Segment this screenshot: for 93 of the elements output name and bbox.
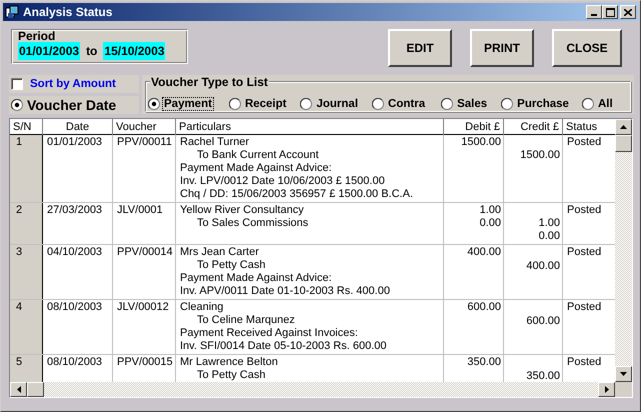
row-number: 5 (10, 355, 43, 382)
scroll-right-button[interactable] (598, 382, 615, 397)
table-cell-text: 1.00 (538, 217, 561, 230)
table-cell-text: 1500.00 (519, 149, 561, 162)
table-cell-text: Cleaning (179, 301, 224, 314)
left-arrow-icon (16, 386, 20, 393)
scroll-down-button[interactable] (615, 366, 632, 382)
table-cell-text: 1.00 (478, 204, 502, 217)
radio-label: Sales (456, 98, 488, 110)
horizontal-scrollbar[interactable] (10, 382, 632, 397)
table-cell: 08/10/2003 (43, 300, 113, 354)
radio-button[interactable] (441, 98, 454, 110)
table-cell: JLV/00012 (113, 300, 176, 354)
column-header[interactable]: Debit £ (444, 119, 504, 135)
table-cell-text: 600.00 (466, 301, 502, 314)
row-number: 3 (10, 245, 43, 300)
period-label: Period (18, 29, 56, 43)
table-cell-text: To Petty Cash (196, 259, 266, 272)
radio-label: All (596, 98, 614, 110)
vertical-scrollbar[interactable] (615, 119, 632, 382)
radio-button[interactable] (148, 98, 160, 110)
from-date-field[interactable]: 01/01/2003 (18, 42, 80, 60)
table-cell: 01/01/2003 (43, 135, 113, 202)
radio-label: Purchase (516, 98, 570, 110)
table-cell-text: Payment Made Against Advice: (179, 162, 333, 175)
table-cell-text: To Sales Commissions (196, 217, 310, 230)
row-number: 2 (10, 203, 43, 244)
row-number: 1 (10, 135, 43, 202)
radio-label: Payment (163, 98, 213, 110)
table-cell-text: Mrs Jean Carter (179, 246, 260, 260)
table-cell-text: Inv. SFI/0014 Date 05-10-2003 Rs. 600.00 (179, 340, 388, 354)
scroll-up-button[interactable] (615, 119, 632, 135)
scroll-left-button[interactable] (10, 382, 27, 397)
table-cell-text: Payment Made Against Advice: (179, 272, 333, 286)
radio-label: Contra (387, 98, 426, 110)
maximize-button[interactable] (602, 5, 618, 19)
radio-button[interactable] (372, 98, 384, 110)
maximize-icon (606, 8, 614, 16)
print-button[interactable]: PRINT (470, 29, 534, 67)
table-cell: 27/03/2003 (43, 203, 113, 244)
column-header[interactable]: Voucher (113, 119, 176, 135)
scroll-thumb[interactable] (615, 135, 632, 152)
table-cell-text: To Petty Cash (196, 369, 266, 382)
table-cell-text: 1500.00 (460, 136, 502, 149)
table-cell-text: To Bank Current Account (196, 149, 320, 162)
table-cell-text: Yellow River Consultancy (179, 204, 305, 217)
minimize-button[interactable] (586, 5, 602, 19)
table-cell-text: Inv. LPV/0012 Date 10/06/2003 £ 1500.00 (179, 175, 386, 188)
column-header[interactable]: Credit £ (504, 119, 563, 135)
table-cell-text: 600.00 (525, 314, 561, 328)
down-arrow-icon (620, 372, 627, 376)
to-date-field[interactable]: 15/10/2003 (103, 42, 166, 60)
table-cell: PPV/00014 (113, 245, 176, 300)
table-cell-text: Rachel Turner (179, 136, 250, 149)
table-cell: JLV/0001 (113, 203, 176, 244)
table-cell-text: Mr Lawrence Belton (179, 356, 279, 370)
sort-by-amount-label: Sort by Amount (30, 78, 116, 90)
close-button[interactable]: CLOSE (552, 29, 622, 67)
close-window-button[interactable] (620, 5, 636, 19)
table-cell-text: Payment Received Against Invoices: (179, 327, 359, 340)
table-cell-text: 400.00 (466, 246, 502, 260)
table-cell-text: 400.00 (525, 260, 561, 273)
table-cell-text: Chq / DD: 15/06/2003 356957 £ 1500.00 B.C.A. (179, 188, 414, 201)
table-cell-text: To Celine Marqunez (196, 314, 296, 328)
group-label: Voucher Type to List (150, 75, 269, 89)
radio-button[interactable] (11, 99, 23, 111)
table-cell-text: 0.00 (478, 217, 502, 230)
column-header[interactable]: Date (43, 119, 113, 135)
table-cell-text: 350.00 (525, 370, 561, 382)
table-cell-text: 350.00 (466, 356, 502, 370)
table-cell-text: 0.00 (538, 230, 561, 244)
row-number: 4 (10, 300, 43, 354)
table-cell: PPV/00011 (113, 135, 176, 202)
table-cell-text: Inv. APV/0011 Date 01-10-2003 Rs. 400.00 (179, 285, 391, 298)
radio-button[interactable] (228, 98, 241, 110)
voucher-date-label: Voucher Date (27, 97, 116, 113)
radio-label: Journal (315, 98, 360, 110)
column-header[interactable]: Particulars (176, 119, 444, 135)
radio-button[interactable] (582, 98, 594, 110)
close-icon (624, 8, 632, 16)
checkbox[interactable] (11, 78, 23, 90)
up-arrow-icon (620, 125, 627, 129)
right-arrow-icon (604, 386, 608, 393)
radio-button[interactable] (501, 98, 514, 110)
radio-label: Receipt (244, 98, 288, 110)
radio-button[interactable] (300, 98, 312, 110)
scrollbar-corner (615, 382, 632, 397)
window-title: Analysis Status (23, 5, 114, 19)
scroll-thumb[interactable] (27, 382, 44, 397)
table-cell: 04/10/2003 (43, 245, 113, 300)
edit-button[interactable]: EDIT (388, 29, 452, 67)
to-label: to (86, 44, 98, 60)
app-icon (5, 5, 19, 19)
